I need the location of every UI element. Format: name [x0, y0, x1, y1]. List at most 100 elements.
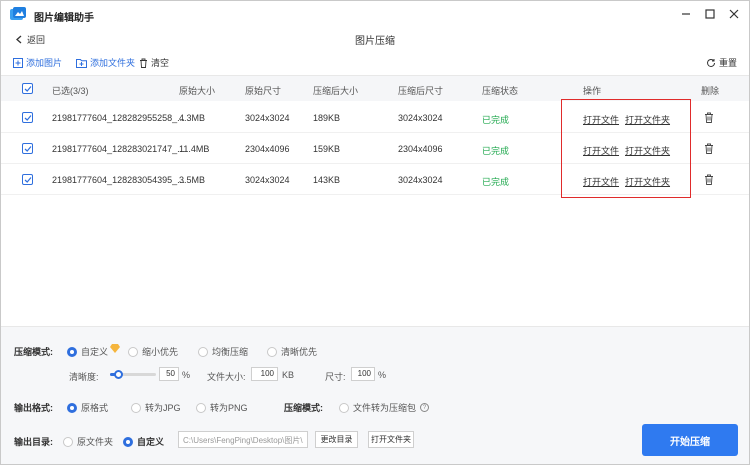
trash-icon: [140, 58, 148, 68]
reset-button[interactable]: 重置: [706, 56, 737, 69]
slider-handle[interactable]: [114, 370, 124, 379]
col-orig-dim: 原始尺寸: [245, 86, 282, 96]
add-image-icon: [13, 57, 23, 68]
check-icon: [24, 176, 31, 183]
mode-clear-option[interactable]: 清晰优先: [267, 345, 317, 358]
radio-selected: [123, 436, 133, 447]
minimize-icon[interactable]: [679, 7, 693, 21]
app-window: 图片编辑助手 返回 图片压缩 添加图片 添加文件夹 清空 重置 已选(3/3) …: [0, 0, 750, 465]
app-title: 图片编辑助手: [34, 13, 94, 24]
vip-diamond-icon: [110, 344, 121, 353]
delete-icon[interactable]: [704, 174, 714, 185]
delete-icon[interactable]: [704, 143, 714, 154]
output-original-option[interactable]: 原文件夹: [63, 435, 113, 448]
mode-balanced-option[interactable]: 均衡压缩: [198, 345, 248, 358]
page-title: 图片压缩: [355, 36, 395, 47]
add-image-label: 添加图片: [26, 58, 63, 68]
row-checkbox[interactable]: [22, 174, 33, 185]
dimension-input[interactable]: 100: [351, 367, 375, 381]
mode-balanced-label: 均衡压缩: [212, 347, 249, 357]
file-name: 21981777604_128283021747_...: [52, 144, 185, 154]
row-checkbox[interactable]: [22, 112, 33, 123]
col-selected: 已选(3/3): [52, 86, 89, 96]
clear-button[interactable]: 清空: [139, 56, 169, 69]
percent-unit: %: [182, 370, 191, 380]
orig-dim: 3024x3024: [245, 113, 290, 123]
reset-label: 重置: [718, 58, 737, 68]
col-comp-dim: 压缩后尺寸: [398, 86, 444, 96]
output-path-input[interactable]: C:\Users\FengPing\Desktop\图片\: [178, 431, 308, 448]
mode-custom-option[interactable]: 自定义: [67, 344, 121, 358]
mode-smaller-option[interactable]: 缩小优先: [128, 345, 178, 358]
comp-dim: 3024x3024: [398, 175, 443, 185]
percent-unit: %: [378, 370, 387, 380]
app-logo-icon: [10, 7, 26, 20]
output-label: 输出目录:: [14, 437, 53, 447]
output-custom-label: 自定义: [137, 437, 165, 447]
format-png-label: 转为PNG: [210, 403, 248, 413]
format-jpg-option[interactable]: 转为JPG: [131, 401, 181, 414]
status-done: 已完成: [482, 146, 510, 156]
radio: [267, 346, 277, 357]
file-name: 21981777604_128282955258_...: [52, 113, 185, 123]
format-jpg-label: 转为JPG: [145, 403, 181, 413]
col-comp-size: 压缩后大小: [313, 86, 359, 96]
col-actions: 操作: [583, 86, 602, 96]
orig-size: 11.4MB: [179, 144, 210, 154]
start-compress-button[interactable]: 开始压缩: [642, 424, 738, 456]
pack-label: 压缩模式:: [284, 403, 323, 413]
comp-size: 143KB: [313, 175, 341, 185]
radio: [63, 436, 73, 447]
clarity-input[interactable]: 50: [159, 367, 179, 381]
filesize-label: 文件大小:: [207, 372, 246, 382]
check-icon: [24, 114, 31, 121]
close-icon[interactable]: [727, 7, 741, 21]
radio: [198, 346, 208, 357]
comp-size: 189KB: [313, 113, 341, 123]
status-done: 已完成: [482, 115, 510, 125]
output-custom-option[interactable]: 自定义: [123, 435, 164, 448]
mode-custom-label: 自定义: [81, 347, 109, 357]
add-folder-label: 添加文件夹: [90, 58, 136, 68]
file-name: 21981777604_128283054395_...: [52, 175, 185, 185]
filesize-input[interactable]: 100: [251, 367, 278, 381]
mode-smaller-label: 缩小优先: [142, 347, 179, 357]
toolbar: 添加图片 添加文件夹 清空: [13, 56, 177, 69]
col-orig-size: 原始大小: [179, 86, 216, 96]
restore-icon[interactable]: [703, 7, 717, 21]
radio: [128, 346, 138, 357]
pack-zip-label: 文件转为压缩包: [353, 403, 417, 413]
delete-icon[interactable]: [704, 112, 714, 123]
check-icon: [24, 145, 31, 152]
add-folder-icon: [76, 58, 88, 68]
format-original-option[interactable]: 原格式: [67, 401, 108, 414]
select-all-checkbox[interactable]: [22, 83, 33, 94]
comp-dim: 2304x4096: [398, 144, 443, 154]
comp-size: 159KB: [313, 144, 341, 154]
row-checkbox[interactable]: [22, 143, 33, 154]
table-header: 已选(3/3) 原始大小 原始尺寸 压缩后大小 压缩后尺寸 压缩状态 操作 删除: [1, 75, 749, 101]
col-delete: 删除: [701, 86, 720, 96]
comp-dim: 3024x3024: [398, 113, 443, 123]
add-image-button[interactable]: 添加图片: [13, 56, 62, 69]
format-label: 输出格式:: [14, 403, 53, 413]
pack-zip-option[interactable]: 文件转为压缩包 ?: [339, 401, 430, 414]
format-png-option[interactable]: 转为PNG: [196, 401, 248, 414]
filesize-unit: KB: [282, 370, 295, 380]
radio-selected: [67, 346, 77, 357]
radio: [131, 402, 141, 413]
clarity-slider[interactable]: [110, 370, 156, 379]
check-icon: [24, 85, 31, 92]
radio-selected: [67, 402, 77, 413]
open-output-folder-button[interactable]: 打开文件夹: [368, 431, 414, 448]
refresh-icon: [707, 58, 715, 67]
add-folder-button[interactable]: 添加文件夹: [76, 56, 135, 69]
clear-label: 清空: [151, 58, 170, 68]
change-dir-button[interactable]: 更改目录: [315, 431, 358, 448]
output-original-label: 原文件夹: [77, 437, 114, 447]
mode-label: 压缩模式:: [14, 347, 53, 357]
orig-dim: 2304x4096: [245, 144, 290, 154]
help-icon[interactable]: ?: [420, 403, 430, 412]
status-done: 已完成: [482, 177, 510, 187]
title-bar: 图片编辑助手: [1, 1, 749, 27]
